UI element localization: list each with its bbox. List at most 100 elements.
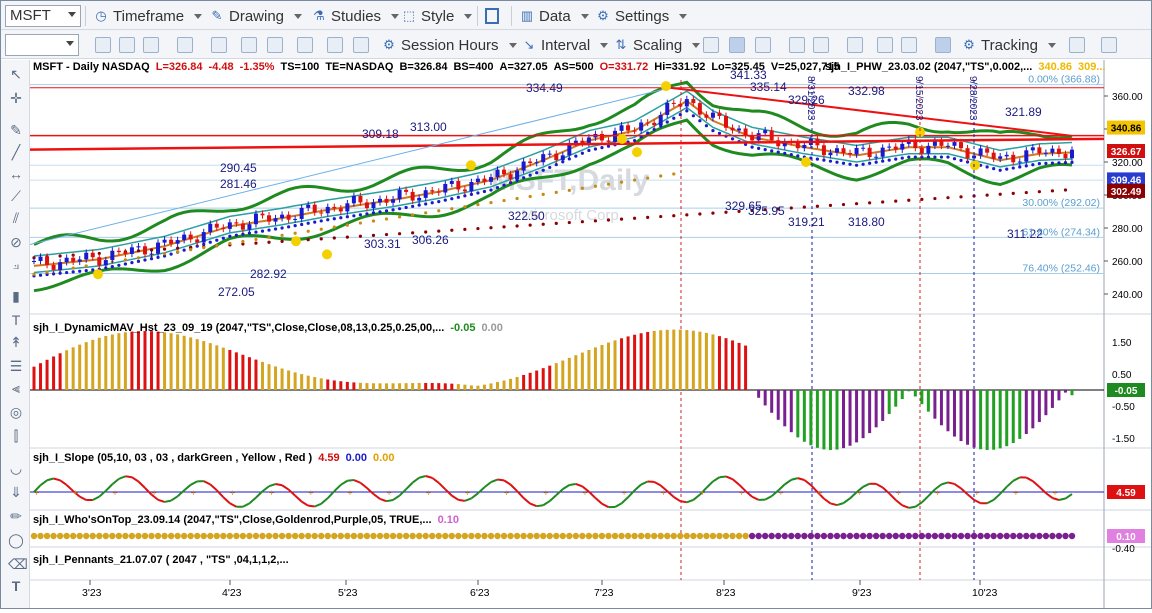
chart-area[interactable]: MSFT,Daily Microsoft Corp 360.00340.0032…: [30, 60, 1151, 608]
drawing-menu[interactable]: ✎ Drawing: [209, 4, 302, 28]
zoom-in-icon[interactable]: [877, 37, 893, 53]
text-icon[interactable]: T: [8, 312, 24, 328]
candle-body: [541, 154, 545, 162]
crosshair-icon[interactable]: ✛: [8, 90, 24, 106]
data-menu[interactable]: ▥ Data: [519, 4, 589, 28]
candle-body: [515, 171, 519, 180]
settings-label: Settings: [615, 8, 669, 25]
candle-body: [802, 145, 806, 148]
session-hours-menu[interactable]: ⚙ Session Hours: [381, 33, 517, 57]
candle-body: [659, 115, 663, 125]
gear-icon[interactable]: [327, 37, 343, 53]
speedometer-icon[interactable]: [1101, 37, 1117, 53]
text-tool-icon[interactable]: T: [8, 578, 24, 594]
dynamicmav-value-1: -0.05: [450, 322, 475, 334]
hollow-candle-icon[interactable]: [755, 37, 771, 53]
refresh-icon[interactable]: [95, 37, 111, 53]
price-change: -4.48: [209, 61, 234, 73]
trend-dot: [267, 241, 270, 244]
candle-body: [574, 141, 578, 143]
layout-icon[interactable]: [847, 37, 863, 53]
measure-icon[interactable]: ⫿: [8, 428, 24, 444]
candle-body: [946, 146, 950, 147]
whosontop-dot: [879, 533, 885, 539]
datagrid-icon[interactable]: [935, 37, 951, 53]
line-tool-icon[interactable]: ╱: [8, 144, 24, 160]
draw-icon[interactable]: ✏: [8, 508, 24, 524]
channel-icon[interactable]: ⫽: [8, 210, 24, 226]
interval-menu[interactable]: ↘ Interval: [521, 33, 608, 57]
fib-icon[interactable]: ⊘: [8, 234, 24, 250]
support-dot: [463, 194, 466, 197]
candle-body: [998, 156, 1002, 159]
whosontop-dot: [893, 533, 899, 539]
down-arrow-icon[interactable]: ⇓: [8, 484, 24, 500]
indicator-icon[interactable]: [353, 37, 369, 53]
timeframe-menu[interactable]: ◷ Timeframe: [93, 4, 202, 28]
histogram-bar: [59, 353, 62, 390]
support-dot: [796, 154, 799, 157]
symbol-input[interactable]: MSFT: [5, 5, 81, 27]
scaling-menu[interactable]: ⇅ Scaling: [613, 33, 700, 57]
settings-menu[interactable]: ⚙ Settings: [595, 4, 687, 28]
pitchfork-icon[interactable]: ⟓: [8, 256, 24, 272]
candlestick-icon[interactable]: [729, 37, 745, 53]
timeframe-label: Timeframe: [113, 8, 184, 25]
link-icon[interactable]: [119, 37, 135, 53]
layout-button[interactable]: [485, 4, 499, 28]
whosontop-dot: [808, 533, 814, 539]
whosontop-dot: [129, 533, 135, 539]
target-icon[interactable]: ◎: [8, 404, 24, 420]
ohlc-icon[interactable]: [789, 37, 805, 53]
chart-line-icon[interactable]: [241, 37, 257, 53]
grid-icon[interactable]: [143, 37, 159, 53]
histogram-bar: [594, 347, 597, 390]
trend-dot: [920, 198, 923, 201]
eraser-icon[interactable]: ⌫: [8, 556, 24, 572]
pointer-icon[interactable]: ↖: [8, 66, 24, 82]
workspace-select[interactable]: [5, 34, 79, 56]
circle-icon[interactable]: ◯: [8, 532, 24, 548]
list-icon[interactable]: ☰: [8, 358, 24, 374]
whosontop-dot: [533, 533, 539, 539]
histogram-bar: [163, 332, 166, 390]
candle-body: [626, 125, 630, 130]
slope-line-segment: [680, 501, 687, 502]
tracking-menu[interactable]: ⚙ Tracking: [961, 33, 1056, 57]
zoom-icon[interactable]: [177, 37, 193, 53]
trendline-icon[interactable]: ⟋: [8, 188, 24, 204]
slope-marker: +: [974, 488, 979, 498]
bars-icon[interactable]: ▮: [8, 288, 24, 304]
support-dot: [574, 155, 577, 158]
add-chart-icon[interactable]: [1069, 37, 1085, 53]
cursor-icon[interactable]: [211, 37, 227, 53]
price-annotation: 282.92: [250, 267, 287, 281]
whosontop-dot: [259, 533, 265, 539]
candle-body: [509, 174, 513, 179]
trend-dot: [581, 187, 584, 190]
whosontop-dot: [951, 533, 957, 539]
support-dot: [280, 226, 283, 229]
studies-menu[interactable]: ⚗ Studies: [311, 4, 399, 28]
hlc-icon[interactable]: [813, 37, 829, 53]
histogram-bar: [783, 390, 786, 426]
support-dot: [731, 137, 734, 140]
horizontal-line-icon[interactable]: ↔: [8, 166, 24, 182]
arrow-icon[interactable]: ↟: [8, 334, 24, 350]
trend-dot: [881, 200, 884, 203]
search-icon[interactable]: [297, 37, 313, 53]
candle-body: [437, 192, 441, 193]
trend-dot: [320, 237, 323, 240]
whosontop-dot: [331, 533, 337, 539]
zoom-out-icon[interactable]: [901, 37, 917, 53]
bar-chart-icon[interactable]: [703, 37, 719, 53]
style-menu[interactable]: ⬚ Style: [401, 4, 472, 28]
candle-body: [300, 208, 304, 219]
ruler-icon[interactable]: ⫷: [8, 380, 24, 396]
trend-dot: [1012, 192, 1015, 195]
candle-body: [1037, 147, 1041, 153]
curve-icon[interactable]: ◡: [8, 460, 24, 476]
support-dot: [215, 239, 218, 242]
chart-area-icon[interactable]: [267, 37, 283, 53]
wrench-icon[interactable]: ✎: [8, 122, 24, 138]
